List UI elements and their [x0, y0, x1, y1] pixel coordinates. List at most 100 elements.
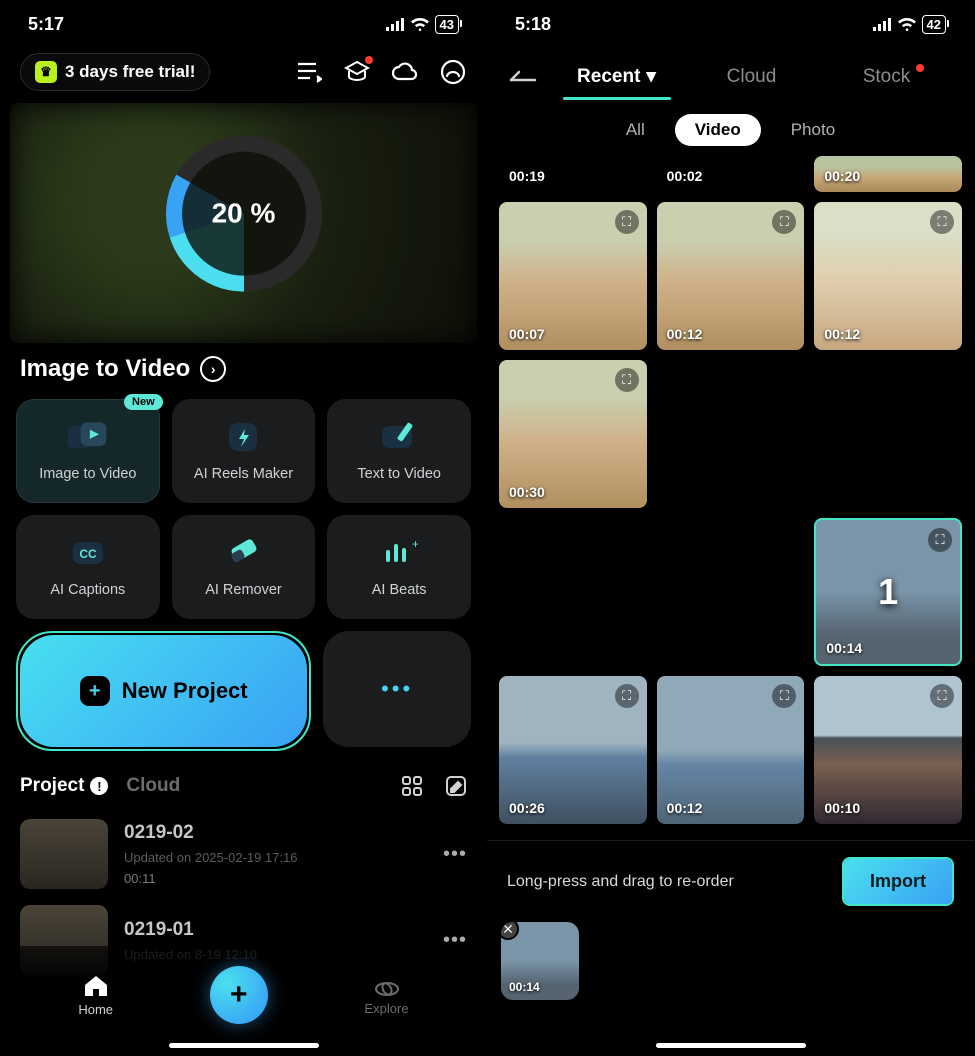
gallery-item[interactable] — [657, 360, 805, 508]
gallery-item[interactable]: 00:20 — [814, 156, 962, 192]
feature-title[interactable]: Image to Video › — [0, 343, 487, 399]
expand-icon[interactable]: ⛶ — [928, 528, 952, 552]
gallery-item[interactable]: 00:12⛶ — [657, 202, 805, 350]
tab-project[interactable]: Project ! — [20, 775, 108, 797]
gallery-item[interactable]: 00:12 ⛶ — [657, 676, 805, 824]
new-project-label: New Project — [122, 678, 248, 704]
subtab-photo[interactable]: Photo — [791, 120, 835, 140]
nav-create-button[interactable]: + — [210, 966, 268, 1024]
video-duration: 00:30 — [509, 484, 545, 500]
screen-gallery: 5:18 42 Recent ▾ Cloud Stock All — [487, 0, 974, 1056]
card-ai-beats[interactable]: + AI Beats — [327, 515, 471, 619]
video-duration: 00:02 — [667, 168, 703, 184]
gallery-item[interactable] — [657, 518, 805, 666]
card-ai-remover[interactable]: AI Remover — [172, 515, 316, 619]
academy-icon[interactable] — [343, 58, 371, 86]
gallery-grid: 00:1900:0200:2000:07⛶00:12⛶00:12⛶00:30⛶0… — [487, 156, 974, 824]
gallery-item[interactable] — [499, 518, 647, 666]
expand-icon[interactable]: ⛶ — [930, 684, 954, 708]
expand-icon[interactable]: ⛶ — [615, 684, 639, 708]
info-icon: ! — [90, 777, 108, 795]
hero-banner[interactable]: 20 % — [10, 103, 477, 343]
home-indicator — [656, 1043, 806, 1048]
expand-icon[interactable]: ⛶ — [772, 684, 796, 708]
selected-duration: 00:14 — [509, 980, 540, 994]
wifi-icon — [898, 18, 916, 31]
tab-stock[interactable]: Stock — [819, 56, 954, 100]
video-duration: 00:19 — [509, 168, 545, 184]
grid-icon[interactable] — [401, 775, 423, 797]
bolt-icon — [221, 420, 265, 454]
expand-icon[interactable]: ⛶ — [615, 368, 639, 392]
video-duration: 00:26 — [509, 800, 545, 816]
back-icon[interactable] — [507, 69, 549, 87]
more-dots-icon[interactable]: ••• — [443, 843, 467, 866]
project-header-icons — [401, 775, 467, 797]
new-project-row: + New Project ••• — [0, 619, 487, 751]
cloud-icon[interactable] — [391, 58, 419, 86]
card-label: AI Beats — [372, 582, 427, 598]
gallery-item[interactable] — [814, 360, 962, 508]
feature-grid: New Image to Video AI Reels Maker Text t… — [0, 399, 487, 619]
gallery-item[interactable]: 00:19 — [499, 156, 647, 192]
expand-icon[interactable]: ⛶ — [615, 210, 639, 234]
status-right: 42 — [872, 15, 946, 34]
expand-icon[interactable]: ⛶ — [930, 210, 954, 234]
signal-icon — [385, 18, 405, 31]
more-button[interactable]: ••• — [323, 631, 471, 747]
nav-explore-label: Explore — [365, 1001, 409, 1016]
project-name: 0219-01 — [124, 919, 427, 941]
gallery-item[interactable]: 00:14⛶1 — [814, 518, 962, 666]
import-row: Long-press and drag to re-order Import — [501, 857, 960, 922]
gallery-item[interactable]: 00:12 ⛶ — [814, 202, 962, 350]
gallery-item[interactable]: 00:26 ⛶ — [499, 676, 647, 824]
chevron-down-icon: ▾ — [646, 65, 656, 88]
source-tabs: Recent ▾ Cloud Stock — [487, 47, 974, 100]
card-text-to-video[interactable]: Text to Video — [327, 399, 471, 503]
card-ai-reels[interactable]: AI Reels Maker — [172, 399, 316, 503]
status-bar: 5:17 43 — [0, 0, 487, 47]
project-meta: Updated on 2025-02-19 17:16 — [124, 850, 427, 865]
project-duration: 00:11 — [124, 871, 427, 886]
subtab-all[interactable]: All — [626, 120, 645, 140]
wifi-icon — [411, 18, 429, 31]
tab-recent[interactable]: Recent ▾ — [549, 55, 684, 100]
status-time: 5:17 — [28, 14, 64, 35]
nav-home[interactable]: Home — [78, 974, 113, 1017]
chevron-right-icon: › — [200, 356, 226, 382]
new-project-button[interactable]: + New Project — [20, 635, 307, 747]
card-label: AI Remover — [205, 582, 282, 598]
queue-icon[interactable] — [295, 58, 323, 86]
video-duration: 00:12 — [824, 326, 860, 342]
import-highlight: Import — [842, 857, 954, 906]
nav-explore[interactable]: Explore — [365, 975, 409, 1016]
project-item[interactable]: 0219-02 Updated on 2025-02-19 17:16 00:1… — [0, 811, 487, 897]
home-indicator — [169, 1043, 319, 1048]
selected-thumb[interactable]: ✕ 00:14 — [501, 922, 579, 1000]
card-ai-captions[interactable]: CC AI Captions — [16, 515, 160, 619]
card-label: AI Reels Maker — [194, 466, 293, 482]
beats-icon: + — [377, 536, 421, 570]
video-duration: 00:12 — [667, 800, 703, 816]
import-hint: Long-press and drag to re-order — [507, 873, 734, 891]
gallery-item[interactable]: 00:07⛶ — [499, 202, 647, 350]
gallery-item[interactable]: 00:02 — [657, 156, 805, 192]
selection-number: 1 — [878, 571, 898, 613]
expand-icon[interactable]: ⛶ — [772, 210, 796, 234]
new-project-highlight: + New Project — [16, 631, 311, 751]
import-button[interactable]: Import — [844, 859, 952, 904]
tab-cloud[interactable]: Cloud — [126, 775, 180, 797]
card-image-to-video[interactable]: New Image to Video — [16, 399, 160, 503]
trial-pill[interactable]: ♛ 3 days free trial! — [20, 53, 210, 91]
profile-icon[interactable] — [439, 58, 467, 86]
close-icon[interactable]: ✕ — [501, 922, 519, 940]
tab-cloud[interactable]: Cloud — [684, 56, 819, 100]
edit-icon[interactable] — [445, 775, 467, 797]
subtab-video[interactable]: Video — [675, 114, 761, 146]
card-label: Text to Video — [357, 466, 441, 482]
gallery-item[interactable]: 00:10⛶ — [814, 676, 962, 824]
progress-ring: 20 % — [166, 136, 322, 292]
gallery-item[interactable]: 00:30 ⛶ — [499, 360, 647, 508]
top-icons — [295, 58, 467, 86]
card-label: Image to Video — [39, 466, 136, 482]
